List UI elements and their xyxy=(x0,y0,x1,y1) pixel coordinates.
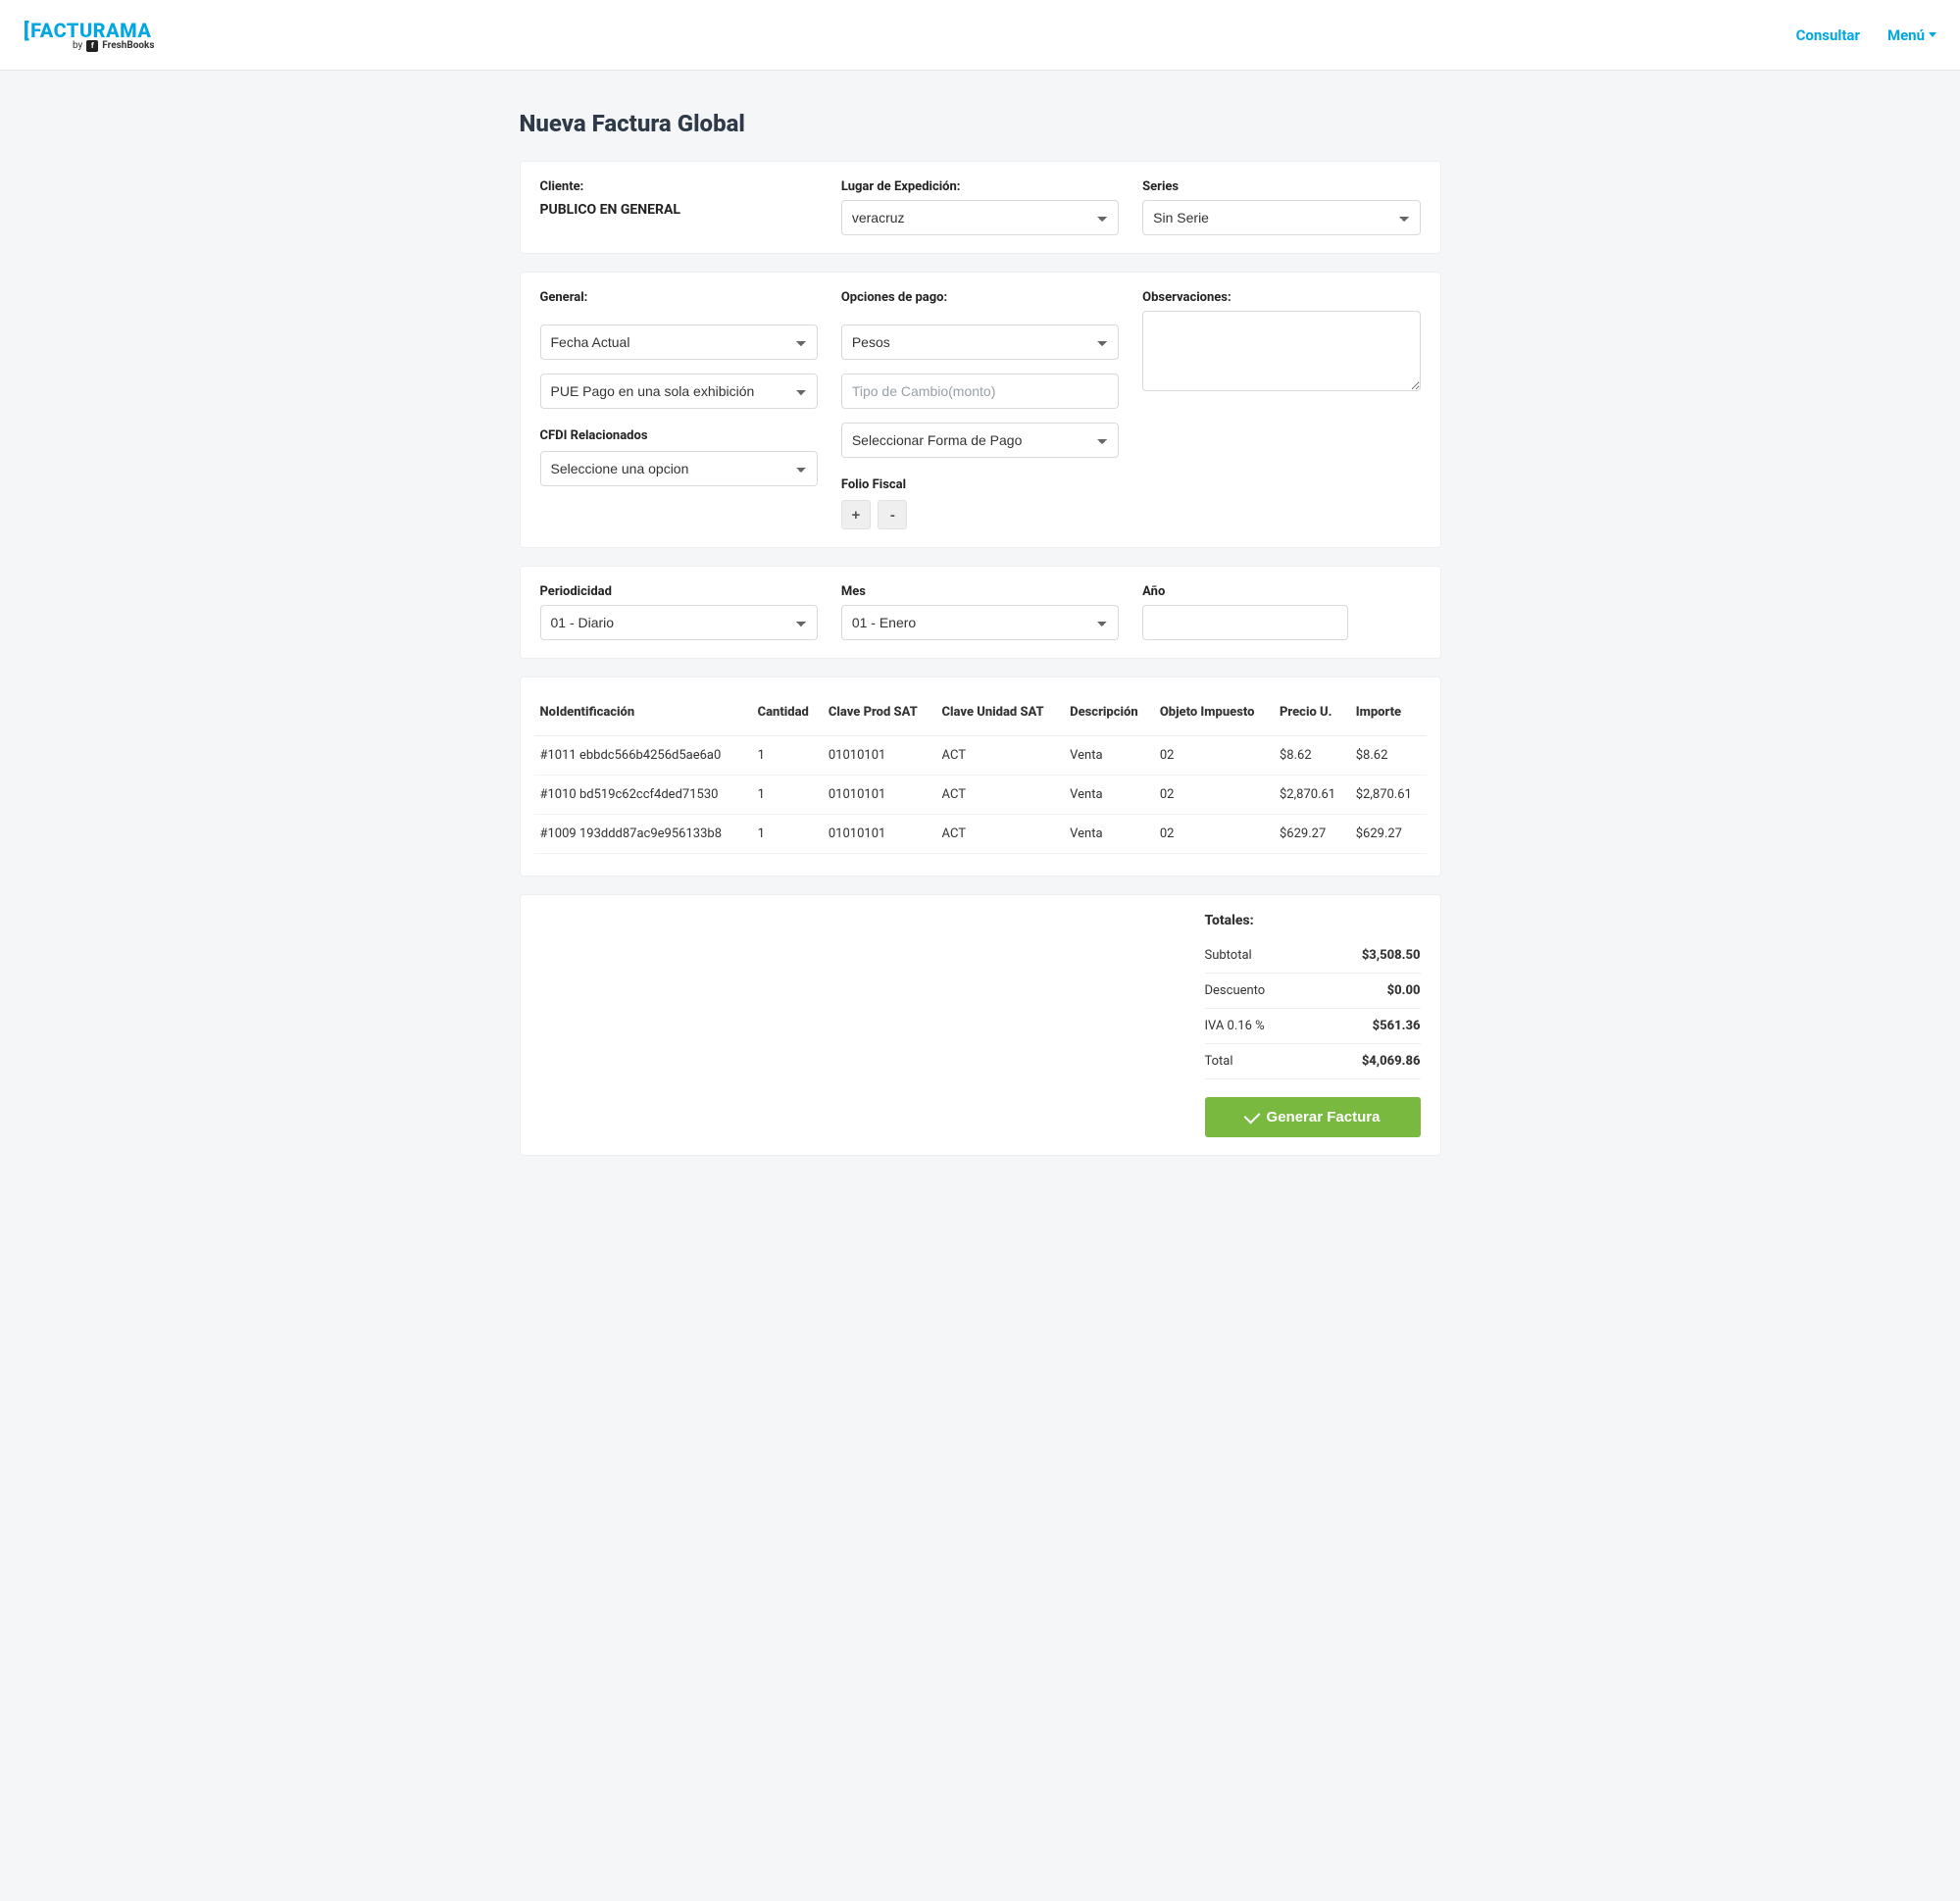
logo-sub: by f FreshBooks xyxy=(73,40,155,52)
cell-clave_unidad: ACT xyxy=(936,815,1065,854)
series-select[interactable]: Sin Serie xyxy=(1142,200,1420,235)
total-iva: IVA 0.16 % $561.36 xyxy=(1205,1009,1421,1044)
lugar-label: Lugar de Expedición: xyxy=(841,179,1119,194)
cell-precio: $8.62 xyxy=(1274,736,1350,775)
general-label: General: xyxy=(540,290,818,305)
descuento-label: Descuento xyxy=(1205,983,1266,998)
cell-clave_prod: 01010101 xyxy=(823,736,936,775)
observaciones-label: Observaciones: xyxy=(1142,290,1420,305)
col-descripcion: Descripción xyxy=(1064,693,1154,736)
cell-noid: #1010 bd519c62ccf4ded71530 xyxy=(534,775,752,815)
cell-clave_prod: 01010101 xyxy=(823,775,936,815)
cell-objeto: 02 xyxy=(1154,736,1274,775)
col-precio: Precio U. xyxy=(1274,693,1350,736)
generate-invoice-button[interactable]: Generar Factura xyxy=(1205,1097,1421,1137)
section-periodo: Periodicidad 01 - Diario Mes 01 - Enero … xyxy=(520,566,1441,659)
total-descuento: Descuento $0.00 xyxy=(1205,974,1421,1009)
total-subtotal: Subtotal $3,508.50 xyxy=(1205,938,1421,974)
nav-consultar[interactable]: Consultar xyxy=(1796,26,1860,44)
cell-clave_unidad: ACT xyxy=(936,736,1065,775)
folio-label: Folio Fiscal xyxy=(841,477,1119,492)
table-row: #1011 ebbdc566b4256d5ae6a0101010101ACTVe… xyxy=(534,736,1427,775)
section-cliente: Cliente: PUBLICO EN GENERAL Lugar de Exp… xyxy=(520,161,1441,254)
observaciones-textarea[interactable] xyxy=(1142,311,1420,391)
freshbooks-icon: f xyxy=(86,40,98,52)
check-icon xyxy=(1243,1107,1260,1124)
nav-menu-label: Menú xyxy=(1887,26,1925,44)
cell-noid: #1009 193ddd87ac9e956133b8 xyxy=(534,815,752,854)
topbar: [FACTURAMA by f FreshBooks Consultar Men… xyxy=(0,0,1960,71)
iva-value: $561.36 xyxy=(1373,1019,1421,1033)
totals-title: Totales: xyxy=(1205,913,1421,928)
col-noid: NoIdentificación xyxy=(534,693,752,736)
subtotal-label: Subtotal xyxy=(1205,948,1252,963)
iva-label: IVA 0.16 % xyxy=(1205,1019,1265,1033)
metodo-pago-select[interactable]: PUE Pago en una sola exhibición xyxy=(540,374,818,409)
mes-label: Mes xyxy=(841,584,1119,599)
cell-importe: $8.62 xyxy=(1350,736,1427,775)
col-clave-unidad: Clave Unidad SAT xyxy=(936,693,1065,736)
total-value: $4,069.86 xyxy=(1362,1054,1421,1069)
cfdi-label: CFDI Relacionados xyxy=(540,428,818,443)
logo[interactable]: [FACTURAMA by f FreshBooks xyxy=(24,19,155,52)
cell-cantidad: 1 xyxy=(752,815,823,854)
nav-menu[interactable]: Menú xyxy=(1887,26,1936,44)
cell-noid: #1011 ebbdc566b4256d5ae6a0 xyxy=(534,736,752,775)
cell-descripcion: Venta xyxy=(1064,815,1154,854)
cell-descripcion: Venta xyxy=(1064,775,1154,815)
cfdi-select[interactable]: Seleccione una opcion xyxy=(540,451,818,486)
ano-input[interactable] xyxy=(1142,605,1348,640)
fecha-select[interactable]: Fecha Actual xyxy=(540,325,818,360)
cell-objeto: 02 xyxy=(1154,815,1274,854)
cell-importe: $629.27 xyxy=(1350,815,1427,854)
col-importe: Importe xyxy=(1350,693,1427,736)
periodicidad-select[interactable]: 01 - Diario xyxy=(540,605,818,640)
cell-cantidad: 1 xyxy=(752,736,823,775)
cell-precio: $629.27 xyxy=(1274,815,1350,854)
cliente-value: PUBLICO EN GENERAL xyxy=(540,202,818,218)
cell-clave_unidad: ACT xyxy=(936,775,1065,815)
lugar-select[interactable]: veracruz xyxy=(841,200,1119,235)
page-title: Nueva Factura Global xyxy=(520,110,1441,137)
forma-pago-select[interactable]: Seleccionar Forma de Pago xyxy=(841,423,1119,458)
cliente-label: Cliente: xyxy=(540,179,818,194)
cell-precio: $2,870.61 xyxy=(1274,775,1350,815)
col-clave-prod: Clave Prod SAT xyxy=(823,693,936,736)
cell-descripcion: Venta xyxy=(1064,736,1154,775)
section-totals: Totales: Subtotal $3,508.50 Descuento $0… xyxy=(520,894,1441,1156)
periodicidad-label: Periodicidad xyxy=(540,584,818,599)
col-objeto: Objeto Impuesto xyxy=(1154,693,1274,736)
top-nav: Consultar Menú xyxy=(1796,26,1936,44)
cell-importe: $2,870.61 xyxy=(1350,775,1427,815)
cell-cantidad: 1 xyxy=(752,775,823,815)
logo-main: [FACTURAMA xyxy=(24,19,151,42)
moneda-select[interactable]: Pesos xyxy=(841,325,1119,360)
cell-objeto: 02 xyxy=(1154,775,1274,815)
table-row: #1009 193ddd87ac9e956133b8101010101ACTVe… xyxy=(534,815,1427,854)
total-total: Total $4,069.86 xyxy=(1205,1044,1421,1079)
series-label: Series xyxy=(1142,179,1420,194)
folio-add-button[interactable]: + xyxy=(841,500,871,529)
items-table: NoIdentificación Cantidad Clave Prod SAT… xyxy=(534,693,1427,854)
section-general: General: Fecha Actual PUE Pago en una so… xyxy=(520,272,1441,548)
section-items: NoIdentificación Cantidad Clave Prod SAT… xyxy=(520,676,1441,876)
folio-remove-button[interactable]: - xyxy=(878,500,907,529)
cell-clave_prod: 01010101 xyxy=(823,815,936,854)
generate-invoice-label: Generar Factura xyxy=(1267,1109,1381,1126)
pago-label: Opciones de pago: xyxy=(841,290,1119,305)
chevron-down-icon xyxy=(1929,32,1936,37)
total-label: Total xyxy=(1205,1054,1233,1069)
table-row: #1010 bd519c62ccf4ded71530101010101ACTVe… xyxy=(534,775,1427,815)
ano-label: Año xyxy=(1142,584,1420,599)
tipo-cambio-input[interactable] xyxy=(841,374,1119,409)
col-cantidad: Cantidad xyxy=(752,693,823,736)
mes-select[interactable]: 01 - Enero xyxy=(841,605,1119,640)
subtotal-value: $3,508.50 xyxy=(1362,948,1421,963)
descuento-value: $0.00 xyxy=(1387,983,1421,998)
